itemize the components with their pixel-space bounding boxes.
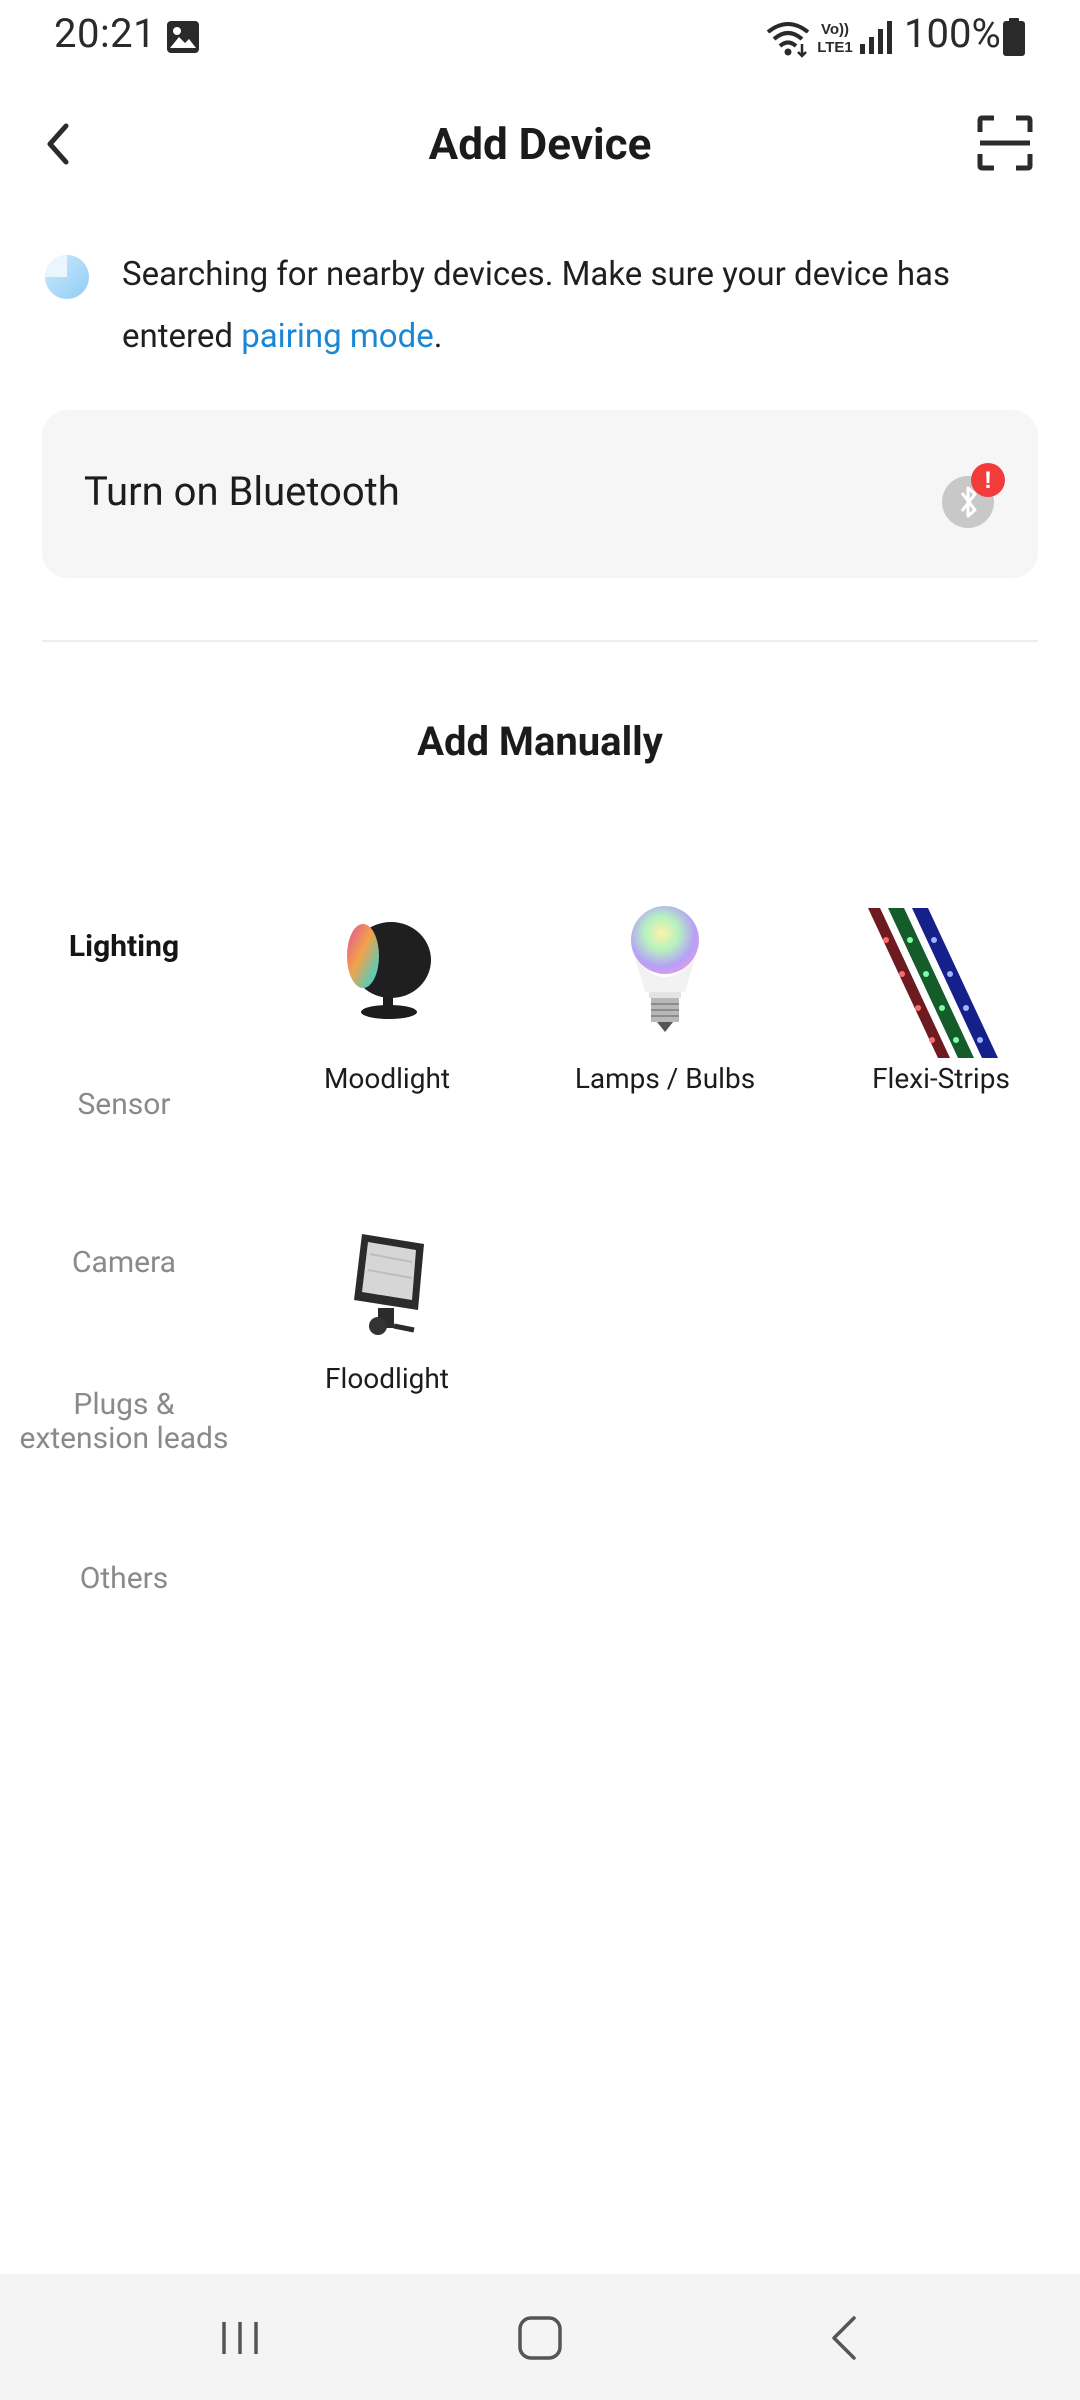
- svg-text:LTE1: LTE1: [817, 39, 853, 56]
- device-floodlight[interactable]: Floodlight: [252, 1230, 522, 1410]
- search-notice: Searching for nearby devices. Make sure …: [44, 244, 1044, 364]
- device-moodlight[interactable]: Moodlight: [252, 900, 522, 1140]
- device-label-moodlight: Moodlight: [323, 1062, 451, 1095]
- search-text: Searching for nearby devices. Make sure …: [122, 244, 1042, 368]
- recents-icon[interactable]: [216, 2314, 264, 2362]
- volte-lte-icon: Vo)) LTE1: [817, 21, 853, 56]
- moodlight-image: [347, 922, 431, 1019]
- home-icon[interactable]: [514, 2312, 566, 2364]
- category-others[interactable]: Others: [0, 1562, 248, 1596]
- device-label-floodlight: Floodlight: [325, 1362, 449, 1395]
- bulb-image: [631, 906, 699, 1032]
- bluetooth-off-icon: !: [942, 463, 1005, 528]
- turn-on-bluetooth-card[interactable]: Turn on Bluetooth !: [42, 410, 1038, 578]
- bluetooth-label: Turn on Bluetooth: [84, 468, 400, 515]
- battery-percent: 100%: [904, 10, 1001, 57]
- nav-back-icon[interactable]: [822, 2312, 870, 2364]
- category-lighting[interactable]: Lighting: [0, 930, 248, 964]
- gallery-icon: [167, 21, 199, 53]
- category-camera[interactable]: Camera: [0, 1246, 248, 1280]
- search-text-suffix: .: [433, 317, 443, 356]
- wifi-icon: [766, 22, 810, 58]
- category-plugs[interactable]: Plugs & extension leads: [0, 1388, 248, 1456]
- status-time: 20:21: [54, 10, 157, 57]
- scan-frame-icon[interactable]: [976, 114, 1034, 172]
- pairing-mode-link[interactable]: pairing mode: [241, 317, 434, 356]
- bluetooth-warning-badge: !: [984, 467, 992, 494]
- system-nav-bar: [0, 2274, 1080, 2400]
- device-lamps-bulbs[interactable]: Lamps / Bulbs: [530, 900, 800, 1140]
- search-spinner-icon: [45, 255, 89, 299]
- battery-icon: [1003, 18, 1025, 56]
- page-title: Add Device: [428, 118, 652, 170]
- device-label-flexi-strips: Flexi-Strips: [872, 1062, 1010, 1095]
- led-strip-image: [868, 908, 998, 1058]
- add-manually-title: Add Manually: [417, 718, 663, 765]
- svg-text:Vo)): Vo)): [821, 21, 849, 38]
- add-device-screen: 20:21 Vo)) LTE1 100% Add Device Searchin…: [0, 0, 1080, 2400]
- floodlight-image: [354, 1234, 424, 1335]
- device-label-lamps-bulbs: Lamps / Bulbs: [574, 1062, 756, 1095]
- device-flexi-strips[interactable]: Flexi-Strips: [806, 900, 1076, 1140]
- signal-icon: [860, 21, 892, 54]
- divider: [42, 640, 1038, 642]
- status-bar: 20:21 Vo)) LTE1 100%: [0, 0, 1080, 78]
- header: Add Device: [0, 90, 1080, 200]
- category-sensor[interactable]: Sensor: [0, 1088, 248, 1122]
